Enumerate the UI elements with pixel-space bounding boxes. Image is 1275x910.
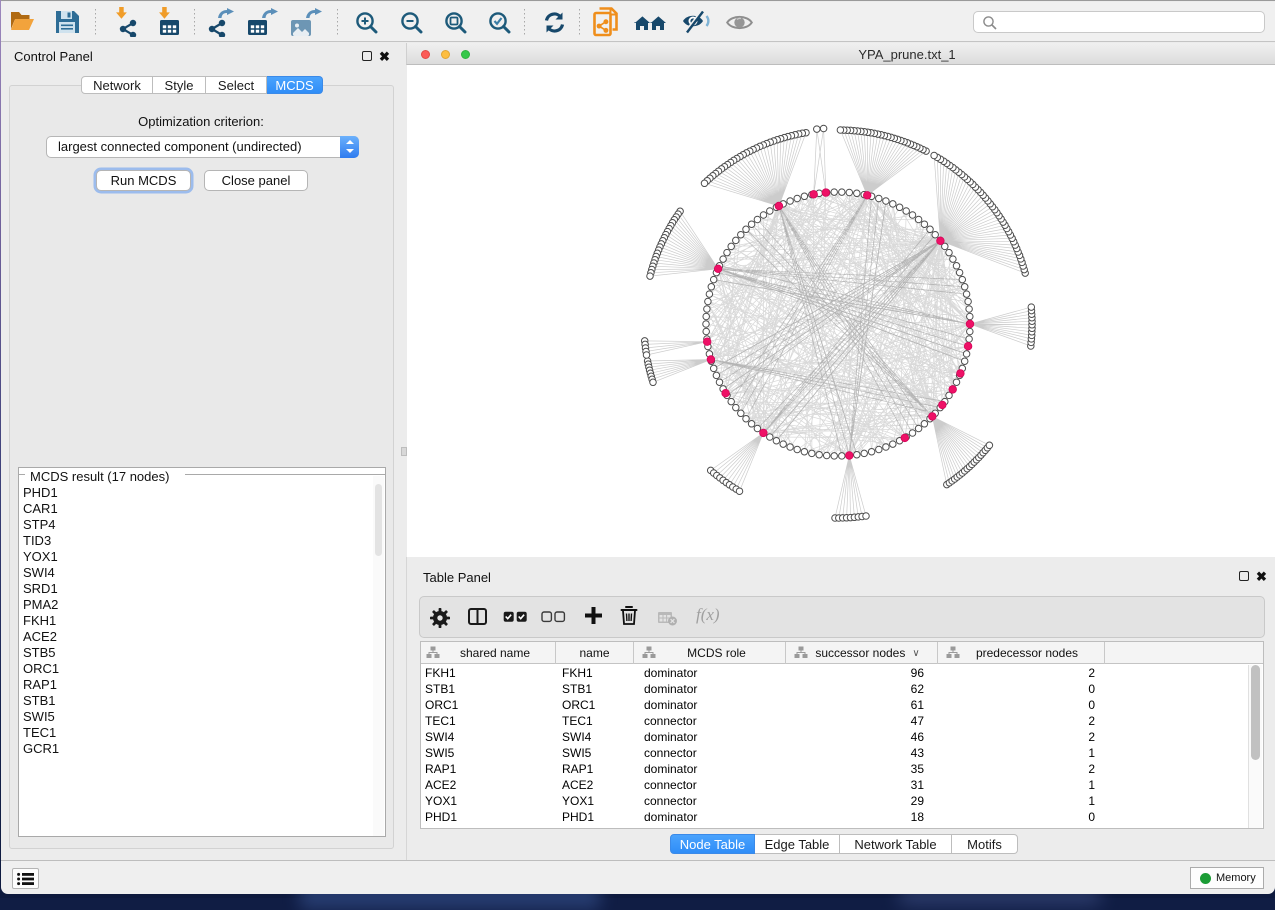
- svg-text:f(x): f(x): [696, 606, 720, 624]
